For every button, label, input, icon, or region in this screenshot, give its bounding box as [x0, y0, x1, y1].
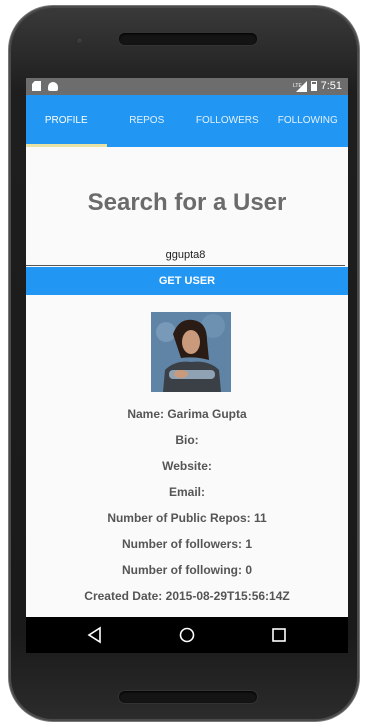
- front-camera-icon: [76, 37, 83, 44]
- sd-card-icon: [32, 81, 41, 91]
- profile-followers: Number of followers: 1: [121, 537, 252, 551]
- tab-followers[interactable]: FOLLOWERS: [187, 95, 268, 147]
- get-user-button[interactable]: GET USER: [26, 267, 348, 295]
- app-screen: LTE 7:51 PROFILE REPOS FOLLOWERS FOLLOWI…: [26, 78, 348, 653]
- tab-following[interactable]: FOLLOWING: [268, 95, 349, 147]
- battery-icon: [310, 81, 317, 91]
- profile-name: Name: Garima Gupta: [127, 407, 247, 421]
- recent-apps-icon[interactable]: [270, 626, 288, 644]
- tab-profile[interactable]: PROFILE: [26, 95, 107, 147]
- profile-email: Email:: [168, 485, 205, 499]
- android-debug-icon: [48, 82, 58, 91]
- avatar-portrait-image: [151, 312, 231, 392]
- signal-icon: LTE: [293, 80, 307, 92]
- page-title: Search for a User: [87, 189, 287, 216]
- avatar: [151, 312, 231, 392]
- navigation-bar: [26, 617, 348, 653]
- profile-following: Number of following: 0: [122, 563, 252, 577]
- svg-text:LTE: LTE: [293, 83, 302, 89]
- bottom-speaker: [119, 691, 257, 703]
- profile-website: Website:: [162, 459, 212, 473]
- profile-public-repos: Number of Public Repos: 11: [107, 511, 267, 525]
- profile-content: Search for a User GET USER Name: Garima …: [26, 147, 348, 617]
- username-input[interactable]: [26, 245, 345, 266]
- profile-bio: Bio:: [175, 433, 199, 447]
- status-bar: LTE 7:51: [26, 78, 348, 95]
- profile-info-list: Name: Garima Gupta Bio: Website: Email: …: [26, 401, 348, 609]
- tab-repos[interactable]: REPOS: [107, 95, 188, 147]
- status-time: 7:51: [320, 80, 342, 92]
- home-icon[interactable]: [178, 626, 196, 644]
- profile-created-date: Created Date: 2015-08-29T15:56:14Z: [84, 589, 290, 603]
- tab-bar: PROFILE REPOS FOLLOWERS FOLLOWING: [26, 95, 348, 147]
- back-icon[interactable]: [86, 626, 104, 644]
- earpiece-speaker: [119, 33, 257, 45]
